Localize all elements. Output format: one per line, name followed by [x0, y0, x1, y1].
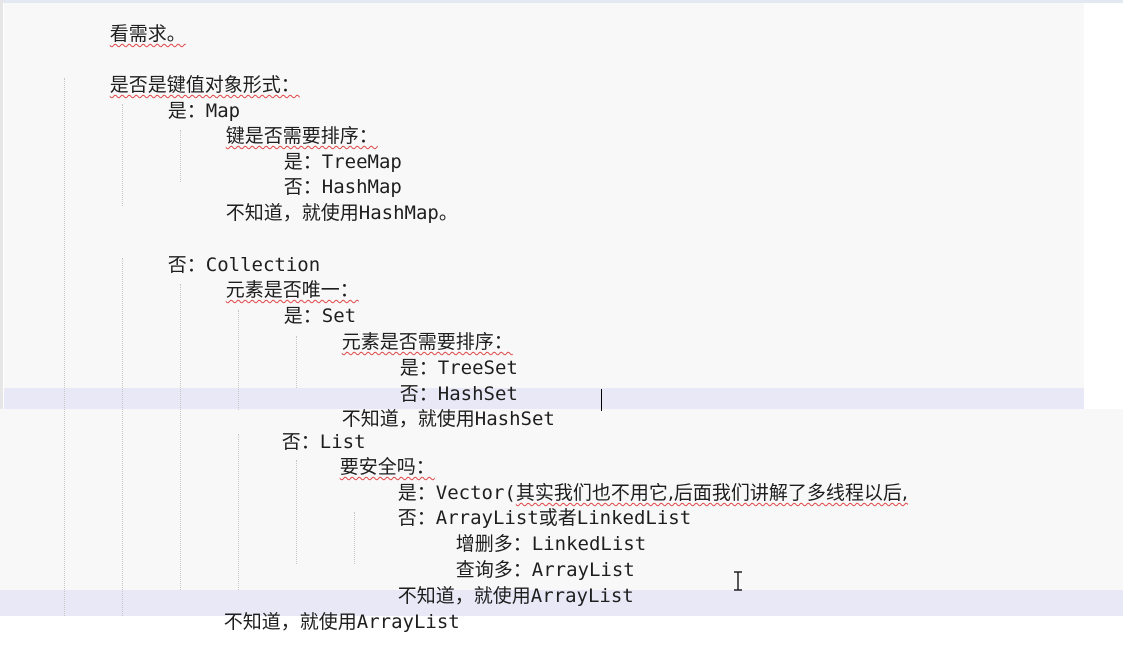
text-line: 元素是否需要排序： — [296, 312, 513, 352]
text-code: ArrayList — [356, 611, 460, 633]
text-line: 是：TreeSet — [354, 338, 518, 378]
text-line: 是：TreeMap — [238, 132, 402, 172]
text-line: 否：HashMap — [238, 157, 402, 197]
text-line: 看需求。 — [64, 4, 186, 44]
indent-guide — [180, 284, 181, 590]
left-border — [0, 0, 3, 409]
text-prefix: 不知道，就使用 — [225, 202, 359, 224]
text-line-current: 不知道，就使用HashSet — [296, 389, 555, 429]
indent-guide — [64, 78, 65, 616]
text-line: 元素是否唯一： — [180, 260, 359, 300]
text-line: 是否是键值对象形式： — [64, 55, 300, 95]
text-prefix: 不知道，就使用 — [223, 611, 357, 633]
text-editor[interactable]: 看需求。 是否是键值对象形式： 是：Map 键是否需要排序： 是：TreeMap… — [0, 0, 1123, 632]
text-caret — [601, 389, 602, 411]
text-line: 是：Vector(其实我们也不用它,后面我们讲解了多线程以后, — [352, 463, 908, 503]
top-border — [0, 0, 1123, 3]
text-line: 否：HashSet — [354, 364, 518, 404]
indent-guide — [122, 258, 123, 616]
text-line: 不知道，就使用HashMap。 — [180, 183, 458, 223]
text-line: 是：Set — [238, 286, 356, 326]
text-line: 否：ArrayList或者LinkedList — [352, 488, 691, 528]
text-line: 查询多：ArrayList — [410, 540, 635, 580]
text-line: 否：Collection — [122, 235, 320, 275]
text-line: 否：List — [236, 412, 366, 452]
text-code: HashSet — [474, 408, 555, 430]
text-line: 是：Map — [122, 81, 240, 121]
text-line-current: 不知道，就使用ArrayList — [178, 592, 460, 632]
text-line: 要安全吗： — [294, 437, 435, 477]
text-code: HashMap。 — [358, 202, 458, 224]
text-line: 增删多：LinkedList — [410, 514, 646, 554]
text-line: 键是否需要排序： — [180, 106, 378, 146]
text-code: ArrayList — [530, 585, 634, 607]
text-zh: 看需求。 — [109, 23, 186, 45]
text-ibeam-cursor-icon — [732, 571, 744, 591]
text-line: 不知道，就使用ArrayList — [352, 566, 634, 606]
